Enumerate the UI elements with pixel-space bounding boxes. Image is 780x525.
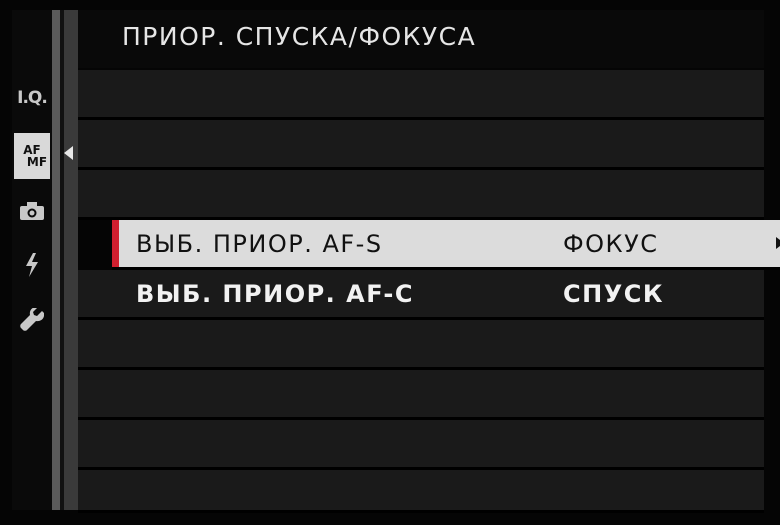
empty-row — [78, 70, 764, 120]
menu-list: ВЫБ. ПРИОР. AF-S ФОКУС ВЫБ. ПРИОР. AF-C … — [78, 70, 780, 513]
tab-af-mf[interactable]: AF MF — [14, 133, 50, 179]
image-quality-icon: I.Q. — [17, 88, 48, 108]
menu-item-label: ВЫБ. ПРИОР. AF-S — [136, 230, 383, 258]
selection-indicator — [112, 220, 119, 267]
wrench-icon — [20, 308, 44, 332]
empty-row — [78, 420, 764, 470]
menu-item-af-c-priority[interactable]: ВЫБ. ПРИОР. AF-C СПУСК — [78, 270, 764, 320]
flash-icon — [24, 253, 40, 277]
tab-image-quality[interactable]: I.Q. — [14, 80, 50, 116]
menu-item-af-s-priority[interactable]: ВЫБ. ПРИОР. AF-S ФОКУС — [112, 220, 780, 270]
tab-shooting[interactable] — [14, 193, 50, 229]
tab-divider-edge — [64, 10, 78, 510]
menu-item-value: ФОКУС — [563, 230, 659, 258]
tab-setup[interactable] — [14, 302, 50, 338]
empty-row — [78, 170, 764, 220]
empty-row — [78, 120, 764, 170]
active-tab-arrow-icon — [64, 146, 73, 160]
submenu-arrow-icon — [776, 237, 780, 249]
mf-icon-label: MF — [26, 155, 48, 169]
menu-item-value: СПУСК — [563, 280, 664, 308]
camera-icon — [20, 202, 44, 220]
tab-flash[interactable] — [14, 247, 50, 283]
tab-divider — [52, 10, 60, 510]
empty-row — [78, 370, 764, 420]
camera-menu-screen: I.Q. AF MF ПРИОР. СПУСКА/ФОКУСА ВЫБ. ПРИ… — [0, 0, 780, 525]
empty-row — [78, 470, 764, 513]
empty-row — [78, 320, 764, 370]
menu-item-label: ВЫБ. ПРИОР. AF-C — [136, 280, 414, 308]
page-title: ПРИОР. СПУСКА/ФОКУСА — [122, 22, 477, 51]
